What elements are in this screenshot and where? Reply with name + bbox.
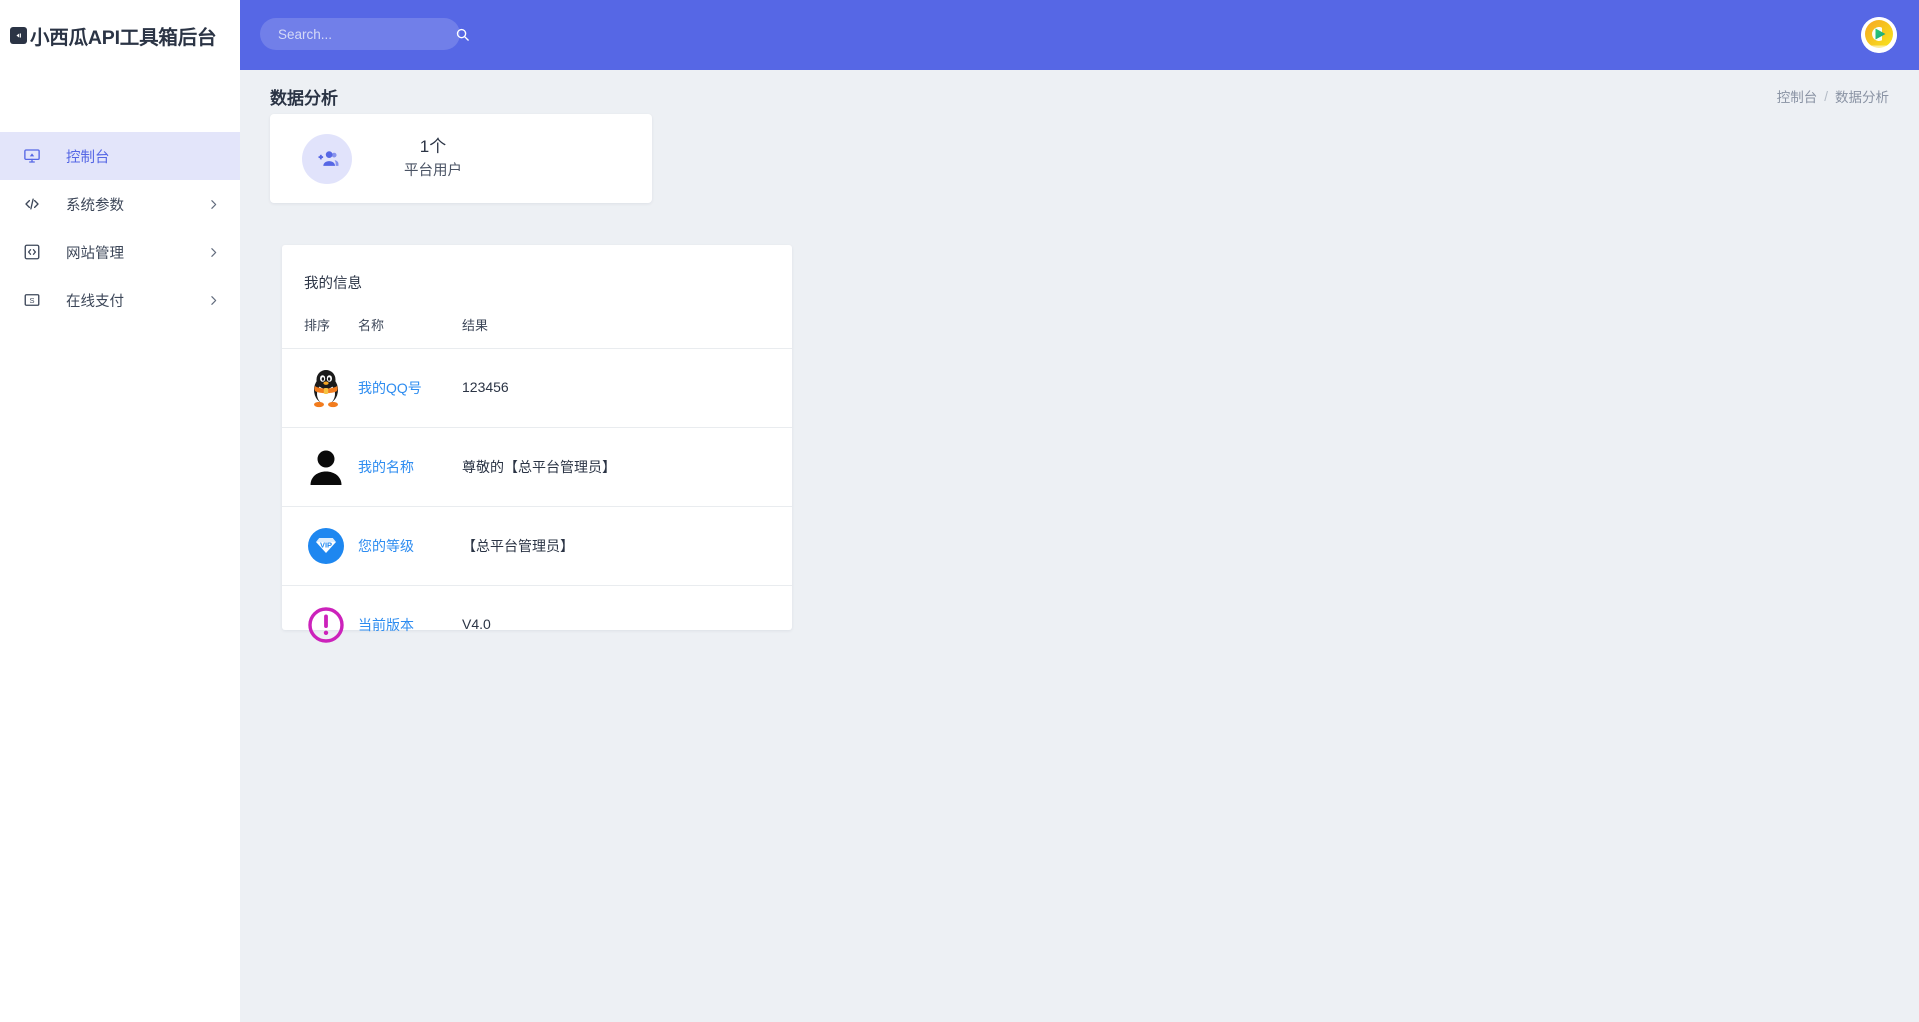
info-table-body: 我的QQ号 123456 我的名称 尊敬的【总平台管理员】 VIP 您的等级 【… [282,348,792,665]
person-silhouette-icon [310,450,342,485]
row-icon-cell [282,586,358,665]
search-icon[interactable] [455,27,470,42]
table-row: 我的QQ号 123456 [282,348,792,428]
info-card: 我的信息 排序 名称 结果 我的QQ号 123456 我的名称 尊敬的【总平台管… [282,245,792,643]
page-title: 数据分析 [270,88,338,108]
sidebar-item-label: 网站管理 [66,245,124,262]
breadcrumb: 控制台 / 数据分析 [1777,86,1889,106]
row-value-cell: 123456 [462,348,792,428]
sidebar-item-label: 系统参数 [66,197,124,214]
play-logo-icon [1861,17,1897,53]
search-box[interactable] [260,18,469,50]
row-name-link[interactable]: 我的QQ号 [358,380,422,396]
row-value: 尊敬的【总平台管理员】 [462,459,616,475]
column-header-name: 名称 [358,315,462,349]
row-name-link[interactable]: 当前版本 [358,617,414,633]
breadcrumb-current: 数据分析 [1835,90,1889,105]
brand-title: 小西瓜API工具箱后台 [30,26,217,49]
code-box-icon [22,242,42,262]
column-header-rank: 排序 [282,315,358,349]
box-arrow-icon [10,26,27,44]
sidebar-item-website-management[interactable]: 网站管理 [0,228,240,276]
search-input[interactable] [278,26,455,42]
sidebar: 小西瓜API工具箱后台 控制台 系统参数 网站管理 S 在线支付 [0,0,240,1022]
row-name-cell: 我的名称 [358,427,462,507]
info-card-title: 我的信息 [304,276,362,292]
table-header-row: 排序 名称 结果 [282,315,792,349]
row-value: 【总平台管理员】 [462,538,574,554]
row-name-cell: 您的等级 [358,506,462,586]
column-header-value: 结果 [462,315,792,349]
monitor-icon [22,146,42,166]
chevron-right-icon [207,246,220,259]
info-table-head: 排序 名称 结果 [282,315,792,349]
row-value-cell: 【总平台管理员】 [462,506,792,586]
sidebar-item-system-params[interactable]: 系统参数 [0,180,240,228]
breadcrumb-parent[interactable]: 控制台 [1777,86,1818,106]
exclamation-circle-icon [308,607,344,643]
svg-text:S: S [29,296,34,305]
row-name-cell: 我的QQ号 [358,348,462,428]
app-root: 小西瓜API工具箱后台 控制台 系统参数 网站管理 S 在线支付 Search.… [0,0,1919,1022]
info-table: 排序 名称 结果 我的QQ号 123456 我的名称 尊敬的【总平台管理员】 V… [282,315,792,665]
row-icon-cell: VIP [282,506,358,586]
chevron-right-icon [207,294,220,307]
vip-diamond-icon: VIP [308,528,344,564]
stat-text: 1个 平台用户 [404,134,462,183]
stat-label: 平台用户 [404,163,462,180]
table-row: VIP 您的等级 【总平台管理员】 [282,506,792,586]
avatar[interactable] [1861,17,1897,53]
top-header [240,0,1919,70]
sidebar-nav: 控制台 系统参数 网站管理 S 在线支付 [0,132,240,324]
row-value-cell: V4.0 [462,586,792,665]
sidebar-item-console[interactable]: 控制台 [0,132,240,180]
money-bill-icon: S [22,290,42,310]
row-icon-cell [282,348,358,428]
chevron-right-icon [207,198,220,211]
brand-logo[interactable]: 小西瓜API工具箱后台 [0,0,240,70]
row-name-cell: 当前版本 [358,586,462,665]
stat-card-platform-users[interactable]: 1个 平台用户 [270,114,652,203]
row-value: V4.0 [462,616,491,633]
table-row: 当前版本 V4.0 [282,586,792,665]
sidebar-item-label: 控制台 [66,149,110,166]
row-value-cell: 尊敬的【总平台管理员】 [462,427,792,507]
row-name-link[interactable]: 您的等级 [358,538,414,554]
table-row: 我的名称 尊敬的【总平台管理员】 [282,427,792,507]
row-icon-cell [282,427,358,507]
main-content: 数据分析 控制台 / 数据分析 1个 平台用户 我的信息 排序 名称 结果 我的… [240,70,1919,1022]
sidebar-item-online-payment[interactable]: S 在线支付 [0,276,240,324]
svg-text:VIP: VIP [320,541,332,550]
stat-value: 1个 [419,137,447,157]
qq-penguin-icon [314,370,338,408]
code-icon [22,194,42,214]
row-name-link[interactable]: 我的名称 [358,459,414,475]
breadcrumb-separator: / [1824,88,1828,104]
add-users-icon [302,133,352,184]
sidebar-item-label: 在线支付 [66,293,124,310]
row-value: 123456 [462,379,509,395]
